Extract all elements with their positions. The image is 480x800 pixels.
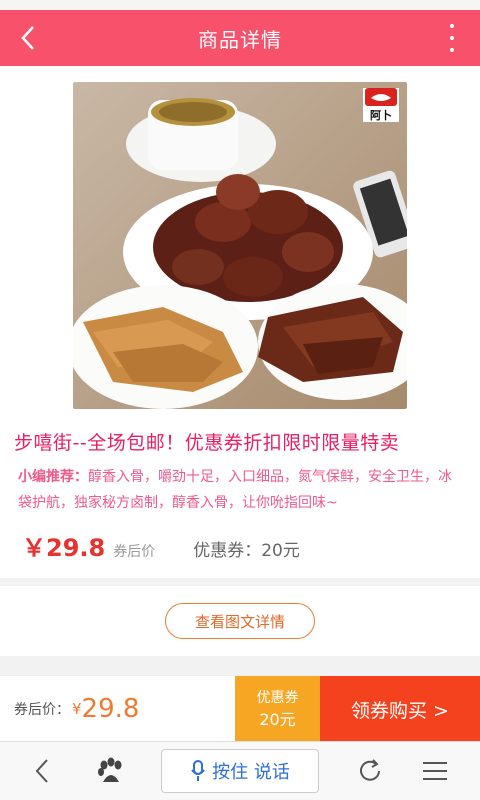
buy-bar-price-label: 券后价： [14,702,70,718]
view-details-button[interactable]: 查看图文详情 [165,603,315,639]
header-bar: 商品详情 [0,10,480,66]
coupon-button-label: 优惠券 [256,690,299,706]
buy-bar-price: 券后价： ¥ 29.8 [0,676,235,742]
buy-bar-currency: ¥ [72,700,82,718]
detail-section: 查看图文详情 [0,586,480,656]
microphone-icon [191,760,205,781]
product-photo: 阿卜 [73,82,407,409]
buy-bar: 券后价： ¥ 29.8 优惠券 20元 领券购买 > [0,675,480,742]
product-image[interactable]: 阿卜 [73,82,407,409]
refresh-icon [360,759,380,781]
voice-input-label: 按住 说话 [212,762,290,783]
chevron-left-icon [35,759,48,783]
current-price: ￥29.8 [22,534,106,562]
coupon-button-amount: 20元 [259,710,296,729]
more-dot-icon [450,48,454,52]
coupon-button[interactable]: 优惠券 20元 [235,676,320,742]
page-title: 商品详情 [198,27,282,52]
voice-input-button[interactable]: 按住 说话 [161,749,319,793]
recommend-label: 小编推荐： [18,469,88,485]
menu-button[interactable] [420,756,450,786]
more-dot-icon [450,36,454,40]
buy-bar-price-value: 29.8 [81,694,140,724]
price-note: 券后价 [113,544,156,560]
baidu-button[interactable] [94,754,128,788]
claim-and-buy-button[interactable]: 领券购买 > [320,676,480,742]
back-button[interactable] [10,20,46,56]
paw-icon [98,757,122,782]
browser-back-button[interactable] [28,756,56,786]
product-card: 阿卜 步嘻街--全场包邮！优惠券折扣限时限量特卖 小编推荐：醇香入骨，嚼劲十足，… [0,66,480,578]
brand-badge-text: 阿卜 [370,108,392,122]
chevron-left-icon [21,26,34,50]
recommend-text: 小编推荐：醇香入骨，嚼劲十足，入口细品，氮气保鲜，安全卫生，冰袋护航，独家秘方卤… [18,464,458,516]
more-dot-icon [450,24,454,28]
menu-icon [423,762,447,780]
browser-toolbar: 按住 说话 [0,741,480,800]
coupon-info: 优惠券：20元 [193,541,300,561]
product-title: 步嘻街--全场包邮！优惠券折扣限时限量特卖 [14,432,400,454]
price-row: ￥29.8 券后价 优惠券：20元 [22,528,462,564]
more-menu-button[interactable] [442,24,462,52]
status-strip [0,0,480,10]
refresh-button[interactable] [355,756,385,786]
